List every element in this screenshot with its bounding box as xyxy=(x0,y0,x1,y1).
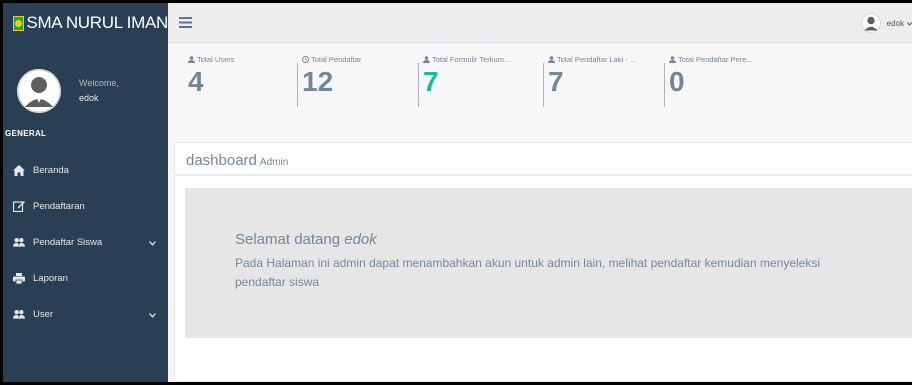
stat-label: Total Users xyxy=(197,55,235,64)
users-icon xyxy=(13,308,25,320)
user-icon xyxy=(188,56,195,63)
welcome-heading: Selamat datang edok xyxy=(235,231,912,248)
panel-title: dashboard Admin xyxy=(175,143,912,176)
sidebar-item-label: Pendaftaran xyxy=(33,200,85,212)
sidebar-item-laporan[interactable]: Laporan xyxy=(3,260,168,296)
user-name: edok xyxy=(886,18,904,28)
stat-label: Total Pendaftar Laki - ... xyxy=(557,55,637,64)
sidebar-item-user[interactable]: User xyxy=(3,296,168,332)
brand[interactable]: SMA NURUL IMAN xyxy=(3,3,168,43)
sidebar: SMA NURUL IMAN Welcome, edok GENERAL Ber… xyxy=(3,3,168,382)
stat-tile-total-laki: Total Pendaftar Laki - ... 7 xyxy=(548,55,636,117)
clock-icon xyxy=(302,56,309,63)
welcome-text: Welcome, xyxy=(79,78,119,88)
greeting-prefix: Selamat datang xyxy=(235,231,341,248)
avatar xyxy=(17,69,61,113)
sidebar-item-label: User xyxy=(33,308,54,320)
stat-count: 7 xyxy=(423,66,439,97)
sidebar-item-beranda[interactable]: Beranda xyxy=(3,152,168,188)
print-icon xyxy=(13,272,25,284)
stat-label: Total Pendaftar Pere... xyxy=(678,55,753,64)
tile-divider xyxy=(664,63,665,107)
dashboard-panel: dashboard Admin Selamat datang edok Pada… xyxy=(174,142,912,382)
edit-icon xyxy=(13,200,25,212)
avatar xyxy=(860,13,881,33)
welcome-jumbotron: Selamat datang edok Pada Halaman ini adm… xyxy=(185,188,912,338)
app-frame: SMA NURUL IMAN Welcome, edok GENERAL Ber… xyxy=(0,0,912,385)
tile-divider xyxy=(297,63,298,107)
stat-tile-total-pendaftar: Total Pendaftar 12 xyxy=(302,55,361,117)
user-icon xyxy=(423,56,430,63)
sidebar-item-pendaftar-siswa[interactable]: Pendaftar Siswa xyxy=(3,224,168,260)
stat-tile-total-formulir: Total Formulir Terkum... 7 xyxy=(423,55,510,117)
bars-icon[interactable] xyxy=(179,15,192,33)
user-icon xyxy=(548,56,555,63)
chevron-down-icon xyxy=(149,310,156,321)
stat-count: 7 xyxy=(548,66,564,97)
tile-divider xyxy=(543,63,544,107)
sidebar-item-label: Laporan xyxy=(33,272,68,284)
stat-count: 4 xyxy=(188,66,204,97)
sidebar-item-label: Beranda xyxy=(33,164,69,176)
sidebar-item-pendaftaran[interactable]: Pendaftaran xyxy=(3,188,168,224)
users-icon xyxy=(13,236,25,248)
sidebar-item-label: Pendaftar Siswa xyxy=(33,236,103,248)
page-subtitle: Admin xyxy=(259,157,289,168)
menu-section-title: GENERAL xyxy=(5,129,47,138)
stat-tile-total-users: Total Users 4 xyxy=(188,55,235,117)
chevron-down-icon xyxy=(149,238,156,249)
stat-label: Total Formulir Terkum... xyxy=(432,55,511,64)
stat-count: 12 xyxy=(302,66,334,97)
tile-divider xyxy=(418,63,419,107)
welcome-message: Pada Halaman ini admin dapat menambahkan… xyxy=(235,256,821,289)
chevron-down-icon xyxy=(906,19,912,28)
profile-username: edok xyxy=(79,93,99,103)
school-logo-icon xyxy=(13,15,25,31)
user-icon xyxy=(669,56,676,63)
greeting-name: edok xyxy=(344,231,377,248)
brand-name: SMA NURUL IMAN xyxy=(26,13,168,32)
top-navbar: edok xyxy=(168,3,912,43)
sidebar-menu: Beranda Pendaftaran Pendaftar Siswa Lapo… xyxy=(3,152,168,332)
stat-tile-total-perempuan: Total Pendaftar Pere... 0 xyxy=(669,55,753,117)
stat-label: Total Pendaftar xyxy=(311,55,362,64)
home-icon xyxy=(13,164,25,176)
user-dropdown[interactable]: edok xyxy=(860,13,912,33)
profile-block: Welcome, edok xyxy=(3,43,168,123)
stats-tiles: Total Users 4 Total Pendaftar 12 Total F… xyxy=(168,55,912,125)
page-title: dashboard xyxy=(186,152,257,169)
stat-count: 0 xyxy=(669,66,685,97)
